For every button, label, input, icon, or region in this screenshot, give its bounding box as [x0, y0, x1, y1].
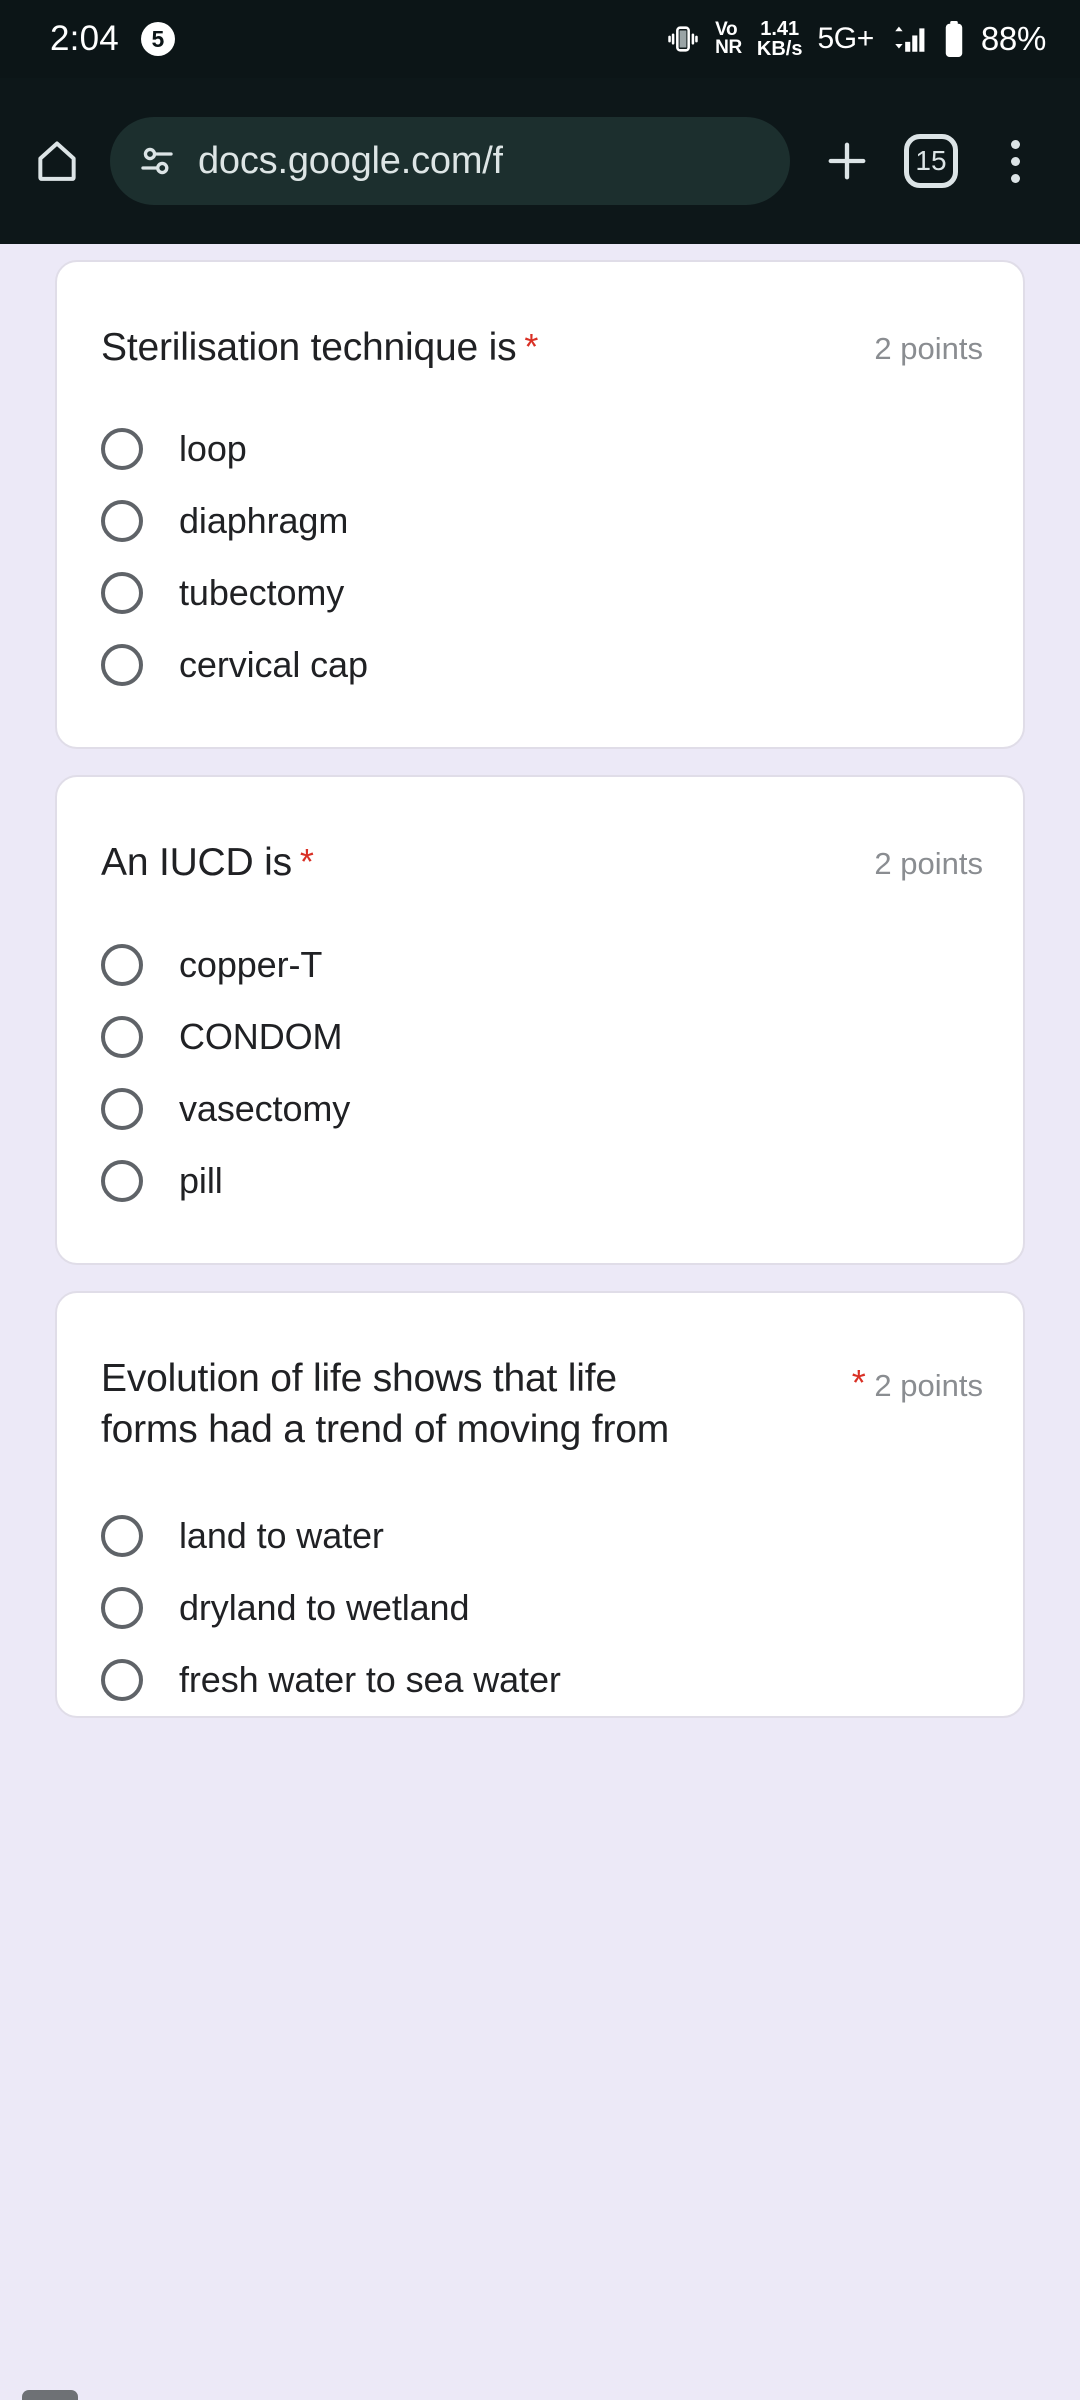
option-label: tubectomy [179, 572, 345, 614]
radio-button-icon[interactable] [101, 1658, 143, 1701]
question-card: Evolution of life shows that life forms … [55, 1290, 1025, 1718]
tab-switcher-button[interactable]: 15 [892, 122, 970, 200]
options-group: copper-T CONDOM vasectomy pill [97, 929, 983, 1217]
option-row[interactable]: fresh water to sea water [97, 1644, 983, 1716]
required-asterisk: * [851, 1361, 866, 1403]
home-icon [32, 136, 82, 186]
question-title: Sterilisation technique is * [101, 322, 538, 373]
url-bar[interactable]: docs.google.com/f [110, 117, 790, 205]
question-text: Sterilisation technique is [101, 326, 517, 369]
option-label: pill [179, 1159, 223, 1201]
radio-button-icon[interactable] [101, 644, 143, 687]
exclamation-bubble-icon[interactable] [22, 2390, 78, 2400]
radio-button-icon[interactable] [101, 428, 143, 471]
option-row[interactable]: CONDOM [97, 1001, 983, 1073]
option-row[interactable]: copper-T [97, 929, 983, 1001]
data-rate-unit: KB/s [756, 38, 803, 60]
option-row[interactable]: loop [97, 413, 983, 485]
question-points: 2 points [874, 846, 983, 882]
volte-nr-indicator: Vo NR [715, 20, 742, 58]
option-label: land to water [179, 1514, 384, 1556]
question-header: Evolution of life shows that life forms … [97, 1353, 983, 1456]
radio-button-icon[interactable] [101, 1514, 143, 1557]
option-label: copper-T [179, 943, 323, 985]
data-rate-indicator: 1.41 KB/s [757, 19, 803, 59]
option-label: CONDOM [179, 1015, 343, 1057]
option-row[interactable]: diaphragm [97, 485, 983, 557]
tab-count-badge: 15 [904, 134, 958, 188]
radio-button-icon[interactable] [101, 1087, 143, 1130]
option-label: fresh water to sea water [179, 1658, 561, 1700]
question-list: Sterilisation technique is * 2 points loo… [0, 244, 1080, 1718]
status-bar: 2:04 5 Vo NR 1.41 KB/s 5G+ 88% [0, 0, 1080, 78]
status-bar-left: 2:04 5 [50, 19, 175, 59]
question-points-group: * 2 points [844, 1353, 983, 1404]
plus-icon [821, 135, 873, 187]
vibrate-icon [666, 22, 700, 56]
option-row[interactable]: vasectomy [97, 1073, 983, 1145]
radio-button-icon[interactable] [101, 1586, 143, 1629]
question-text: Evolution of life shows that life forms … [101, 1356, 670, 1452]
home-button[interactable] [18, 122, 96, 200]
status-bar-right: Vo NR 1.41 KB/s 5G+ 88% [666, 19, 1046, 59]
option-row[interactable]: land to water [97, 1500, 983, 1572]
new-tab-button[interactable] [808, 122, 886, 200]
volte-label-bottom: NR [715, 37, 742, 58]
network-type-label: 5G+ [817, 22, 875, 55]
required-asterisk: * [299, 841, 314, 883]
radio-button-icon[interactable] [101, 500, 143, 543]
option-row[interactable]: tubectomy [97, 557, 983, 629]
options-group: land to water dryland to wetland fresh w… [97, 1500, 983, 1716]
options-group: loop diaphragm tubectomy cervical cap [97, 413, 983, 701]
radio-button-icon[interactable] [101, 1015, 143, 1058]
question-card: An IUCD is * 2 points copper-T CONDOM vas… [55, 775, 1025, 1265]
question-points: 2 points [874, 1367, 983, 1403]
option-row[interactable]: dryland to wetland [97, 1572, 983, 1644]
overflow-menu-button[interactable] [976, 122, 1054, 200]
battery-icon [942, 20, 966, 58]
radio-button-icon[interactable] [101, 1159, 143, 1202]
question-header: An IUCD is * 2 points [97, 837, 983, 888]
option-label: cervical cap [179, 644, 368, 686]
question-points: 2 points [874, 331, 983, 366]
kebab-menu-icon [1010, 139, 1020, 183]
option-label: diaphragm [179, 500, 349, 542]
question-card: Sterilisation technique is * 2 points loo… [55, 260, 1025, 750]
option-row[interactable]: cervical cap [97, 629, 983, 701]
battery-percent-label: 88% [980, 20, 1046, 57]
url-text: docs.google.com/f [198, 139, 503, 182]
option-label: dryland to wetland [179, 1586, 470, 1628]
question-title: An IUCD is * [101, 837, 314, 888]
tune-icon[interactable] [136, 140, 178, 182]
question-header: Sterilisation technique is * 2 points [97, 322, 983, 373]
required-asterisk: * [524, 326, 539, 367]
form-page: Sterilisation technique is * 2 points loo… [0, 244, 1080, 2400]
notification-count-badge: 5 [140, 22, 175, 56]
signal-bars-icon [889, 22, 927, 56]
option-label: loop [179, 428, 247, 470]
status-bar-clock: 2:04 [50, 19, 119, 58]
option-row[interactable]: pill [97, 1145, 983, 1217]
option-label: vasectomy [179, 1087, 351, 1129]
radio-button-icon[interactable] [101, 572, 143, 615]
radio-button-icon[interactable] [101, 943, 143, 986]
question-text: An IUCD is [101, 841, 292, 885]
browser-toolbar: docs.google.com/f 15 [0, 78, 1080, 244]
question-title: Evolution of life shows that life forms … [101, 1353, 711, 1456]
data-rate-value: 1.41 [760, 18, 800, 40]
